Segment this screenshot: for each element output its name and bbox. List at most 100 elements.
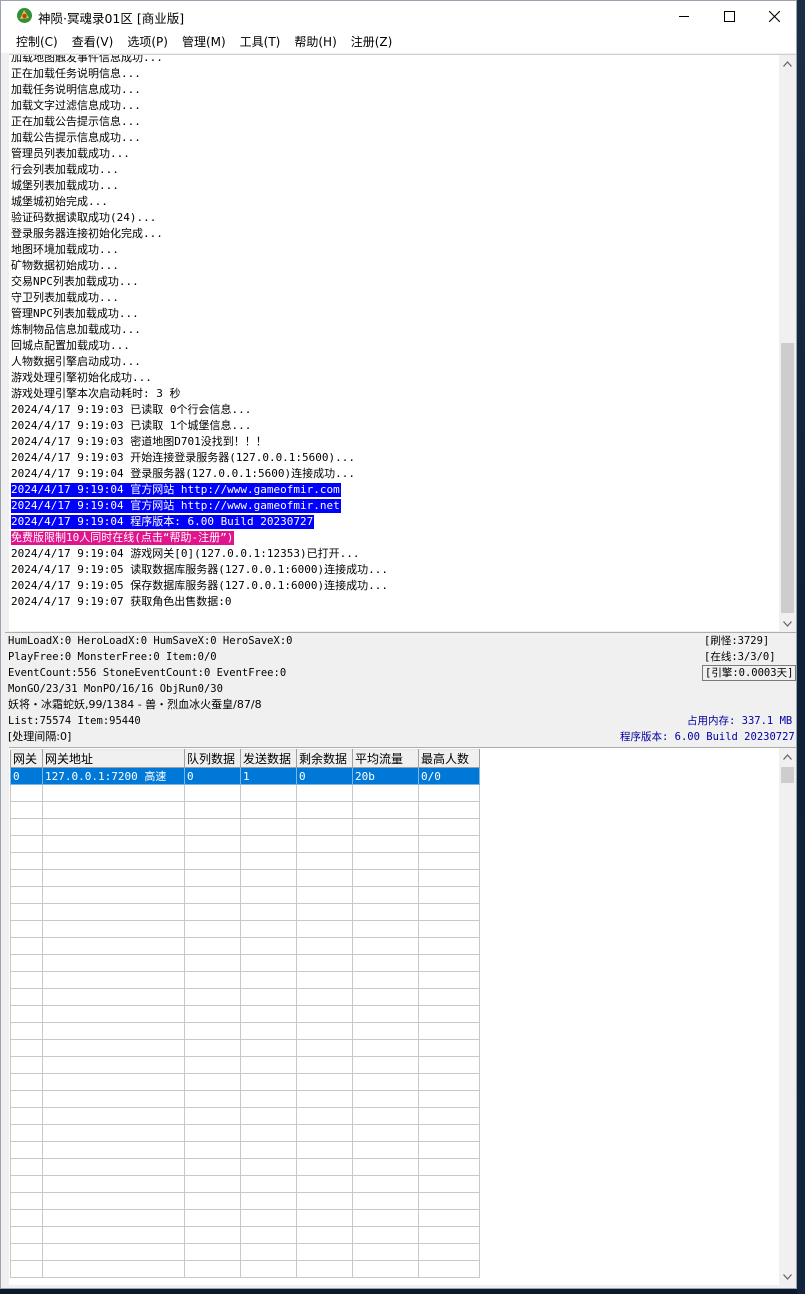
table-cell (418, 1090, 480, 1108)
log-line-text: 登录服务器连接初始化完成... (11, 227, 163, 240)
table-row[interactable] (10, 1260, 480, 1278)
status-load-counters: HumLoadX:0 HeroLoadX:0 HumSaveX:0 HeroSa… (8, 635, 293, 647)
log-scrollbar[interactable] (779, 55, 796, 631)
column-header[interactable]: 平均流量 (352, 749, 419, 768)
table-cell (352, 954, 419, 972)
table-row[interactable] (10, 1056, 480, 1074)
table-row[interactable] (10, 886, 480, 904)
table-cell (240, 1090, 297, 1108)
table-cell (296, 869, 353, 887)
table-cell (184, 1124, 241, 1142)
desktop-background (797, 0, 805, 1294)
gateway-grid[interactable]: 网关 网关地址 队列数据 发送数据 剩余数据 平均流量 最高人数 0 127.0.0.1:72… (9, 747, 796, 1285)
table-cell (240, 1124, 297, 1142)
scroll-up-icon[interactable] (779, 55, 796, 72)
table-cell (10, 1005, 43, 1023)
table-row[interactable] (10, 954, 480, 972)
table-cell (10, 1039, 43, 1057)
table-row[interactable] (10, 1073, 480, 1091)
table-row[interactable]: 0 127.0.0.1:7200 高速 0 1 0 20b 0/0 (10, 767, 480, 785)
table-row[interactable] (10, 937, 480, 955)
table-cell (418, 1005, 480, 1023)
log-line: 2024/4/17 9:19:03 已读取 0个行会信息... (11, 402, 777, 418)
table-row[interactable] (10, 818, 480, 836)
table-cell (184, 937, 241, 955)
table-row[interactable] (10, 801, 480, 819)
column-header[interactable]: 最高人数 (418, 749, 480, 768)
column-header[interactable]: 剩余数据 (296, 749, 353, 768)
table-cell (240, 784, 297, 802)
table-row[interactable] (10, 1005, 480, 1023)
column-header[interactable]: 发送数据 (240, 749, 297, 768)
menu-register[interactable]: 注册(Z) (344, 31, 400, 53)
table-row[interactable] (10, 1209, 480, 1227)
table-row[interactable] (10, 971, 480, 989)
title-bar[interactable]: 神陨·冥魂录01区 [商业版] (1, 1, 796, 31)
table-row[interactable] (10, 1158, 480, 1176)
table-cell (10, 1192, 43, 1210)
table-row[interactable] (10, 1090, 480, 1108)
menu-control[interactable]: 控制(C) (9, 31, 65, 53)
table-row[interactable] (10, 852, 480, 870)
table-row[interactable] (10, 1192, 480, 1210)
table-cell (42, 971, 185, 989)
log-line: 人物数据引擎启动成功... (11, 354, 777, 370)
table-row[interactable] (10, 1226, 480, 1244)
register-link[interactable]: 免费版限制10人同时在线(点击“帮助-注册”) (11, 531, 235, 545)
table-cell (42, 1039, 185, 1057)
maximize-button[interactable] (706, 1, 752, 31)
close-button[interactable] (751, 1, 797, 31)
table-cell (296, 1056, 353, 1074)
grid-scrollbar-thumb[interactable] (781, 767, 794, 783)
table-cell (10, 1175, 43, 1193)
table-cell (352, 988, 419, 1006)
table-row[interactable] (10, 1022, 480, 1040)
menu-options[interactable]: 选项(P) (120, 31, 175, 53)
table-cell (42, 903, 185, 921)
column-header[interactable]: 网关 (10, 749, 43, 768)
table-cell: 0/0 (418, 767, 480, 785)
table-cell (240, 852, 297, 870)
table-cell (240, 1260, 297, 1278)
log-textbox[interactable]: 加载地图触发事件信息成功... 正在加载任务说明信息... 加载任务说明信息成功..… (9, 54, 796, 631)
log-line: 炼制物品信息加载成功... (11, 322, 777, 338)
column-header[interactable]: 队列数据 (184, 749, 241, 768)
grid-scrollbar[interactable] (779, 748, 796, 1285)
table-cell (418, 1209, 480, 1227)
table-row[interactable] (10, 920, 480, 938)
grid-scroll-up-icon[interactable] (779, 748, 796, 765)
minimize-button[interactable] (661, 1, 707, 31)
table-cell (296, 937, 353, 955)
table-row[interactable] (10, 1243, 480, 1261)
table-row[interactable] (10, 835, 480, 853)
table-cell (352, 903, 419, 921)
scrollbar-thumb[interactable] (781, 343, 794, 613)
table-row[interactable] (10, 869, 480, 887)
table-row[interactable] (10, 1107, 480, 1125)
table-row[interactable] (10, 1175, 480, 1193)
table-row[interactable] (10, 1039, 480, 1057)
grid-scroll-down-icon[interactable] (779, 1268, 796, 1285)
log-line-text: 2024/4/17 9:19:03 已读取 1个城堡信息... (11, 419, 252, 432)
table-cell (418, 1192, 480, 1210)
table-row[interactable] (10, 1124, 480, 1142)
table-cell (418, 784, 480, 802)
table-cell (42, 1005, 185, 1023)
log-line-text: 矿物数据初始成功... (11, 259, 119, 272)
menu-tools[interactable]: 工具(T) (233, 31, 288, 53)
gateway-table: 网关 网关地址 队列数据 发送数据 剩余数据 平均流量 最高人数 0 127.0.0.1:72… (10, 749, 480, 1278)
table-cell (184, 1209, 241, 1227)
menu-manage[interactable]: 管理(M) (175, 31, 233, 53)
table-row[interactable] (10, 784, 480, 802)
table-row[interactable] (10, 903, 480, 921)
menu-view[interactable]: 查看(V) (65, 31, 121, 53)
table-row[interactable] (10, 988, 480, 1006)
table-cell (418, 920, 480, 938)
table-row[interactable] (10, 1141, 480, 1159)
table-cell (42, 852, 185, 870)
log-line: 2024/4/17 9:19:04 登录服务器(127.0.0.1:5600)连… (11, 466, 777, 482)
column-header[interactable]: 网关地址 (42, 749, 185, 768)
menu-help[interactable]: 帮助(H) (287, 31, 343, 53)
scroll-down-icon[interactable] (779, 615, 796, 631)
table-cell (352, 1073, 419, 1091)
